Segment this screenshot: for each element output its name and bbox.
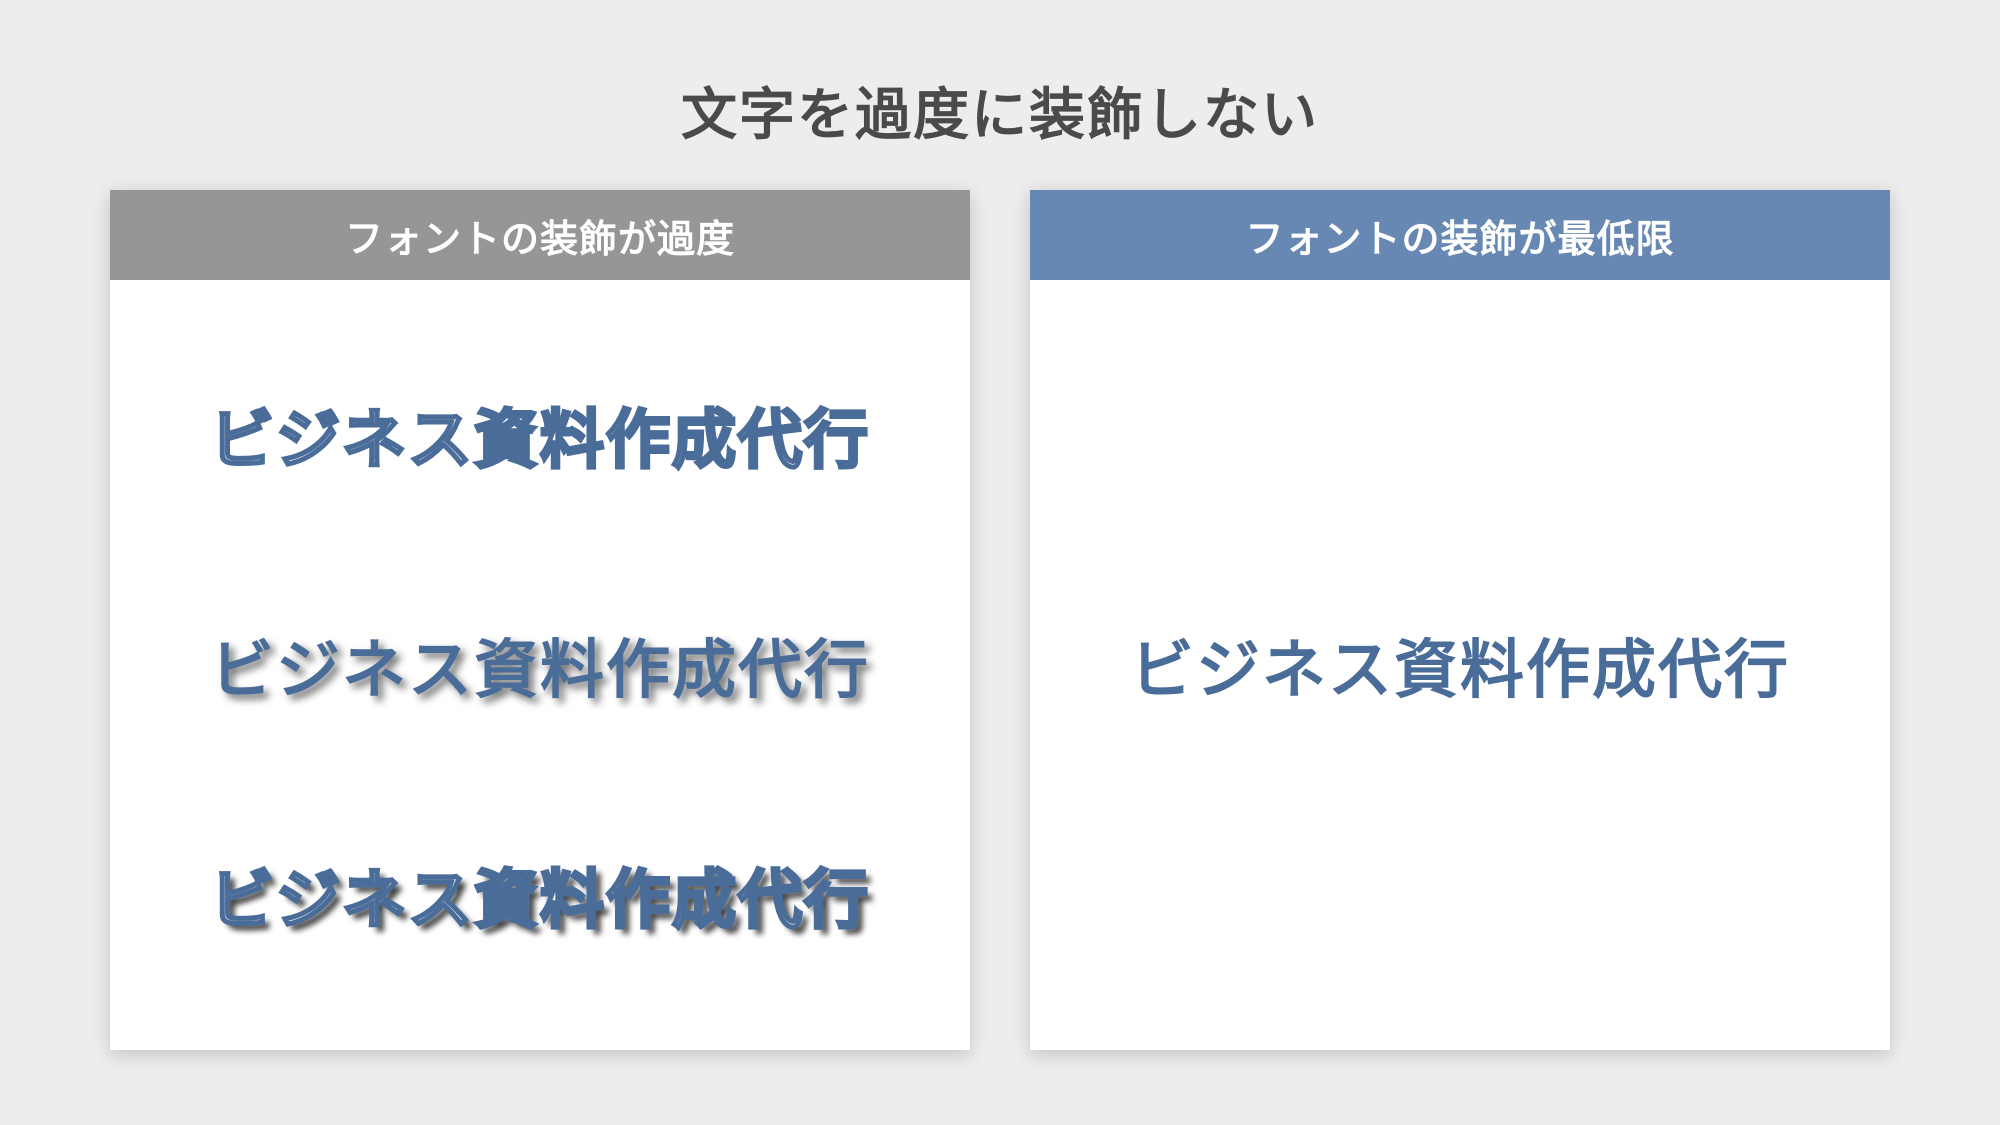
sample-outline-shadow-text: ビジネス資料作成代行: [210, 849, 870, 941]
sample-shadow-text: ビジネス資料作成代行: [210, 619, 870, 711]
panel-excessive-body: ビジネス資料作成代行 ビジネス資料作成代行 ビジネス資料作成代行: [110, 280, 970, 1050]
panel-minimal-header: フォントの装飾が最低限: [1030, 190, 1890, 280]
panel-minimal-body: ビジネス資料作成代行: [1030, 280, 1890, 1050]
slide-title: 文字を過度に装飾しない: [0, 70, 2000, 151]
sample-outlined-text: ビジネス資料作成代行: [210, 389, 870, 481]
sample-plain-text: ビジネス資料作成代行: [1130, 619, 1790, 711]
panel-excessive-header: フォントの装飾が過度: [110, 190, 970, 280]
comparison-panels: フォントの装飾が過度 ビジネス資料作成代行 ビジネス資料作成代行 ビジネス資料作…: [0, 190, 2000, 1050]
panel-excessive: フォントの装飾が過度 ビジネス資料作成代行 ビジネス資料作成代行 ビジネス資料作…: [110, 190, 970, 1050]
panel-minimal: フォントの装飾が最低限 ビジネス資料作成代行: [1030, 190, 1890, 1050]
